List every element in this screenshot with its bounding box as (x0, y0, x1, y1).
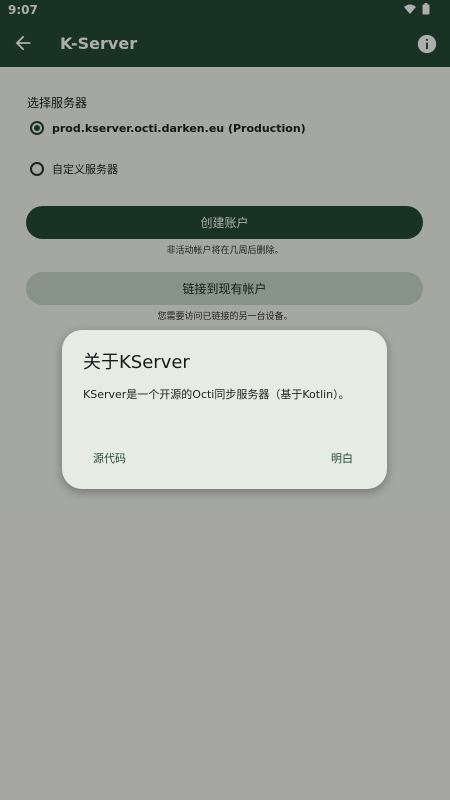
got-it-button[interactable]: 明白 (331, 450, 353, 466)
dialog-body: KServer是一个开源的Octi同步服务器（基于Kotlin）。 (83, 388, 350, 401)
source-code-button[interactable]: 源代码 (93, 450, 126, 466)
dialog-title: 关于KServer (83, 352, 190, 373)
about-dialog: 关于KServer KServer是一个开源的Octi同步服务器（基于Kotli… (62, 330, 387, 489)
